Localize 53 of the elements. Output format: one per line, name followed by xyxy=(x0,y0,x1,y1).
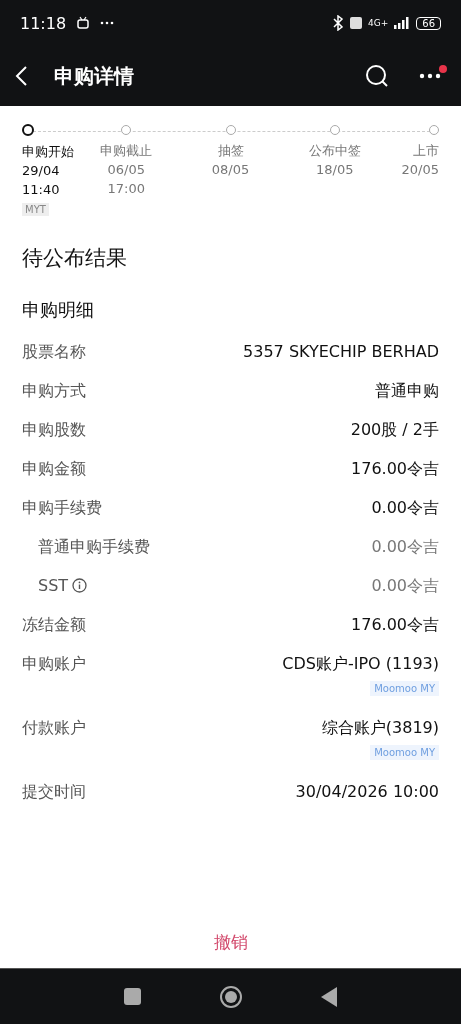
row-label: 提交时间 xyxy=(22,782,86,803)
row-value: 176.00令吉 xyxy=(351,615,439,636)
step-label: 申购截止 xyxy=(100,142,153,160)
battery-level: 66 xyxy=(416,16,441,30)
row-label: 申购手续费 xyxy=(22,498,102,519)
row-value: 0.00令吉 xyxy=(371,576,439,597)
row-label: 冻结金额 xyxy=(22,615,86,636)
back-icon[interactable] xyxy=(14,65,28,87)
step-label: 抽签 xyxy=(217,142,244,160)
status-title: 待公布结果 xyxy=(22,245,128,272)
row-value: 综合账户(3819) xyxy=(321,718,439,739)
row-label: 股票名称 xyxy=(22,342,86,363)
row-label: 付款账户 xyxy=(22,718,86,739)
row-label: 申购股数 xyxy=(22,420,86,441)
row-label: SST xyxy=(38,576,69,595)
step-date: 06/05 xyxy=(107,161,145,179)
timezone-tag: MYT xyxy=(22,203,49,216)
step-date: 29/04 xyxy=(22,162,60,180)
row-label: 普通申购手续费 xyxy=(38,537,150,558)
row-value: 200股 / 2手 xyxy=(350,420,439,441)
page-title: 申购详情 xyxy=(54,62,134,90)
broker-tag: Moomoo MY xyxy=(370,681,439,696)
step-label: 上市 xyxy=(413,142,439,160)
step-time: 17:00 xyxy=(107,180,145,198)
more-icon xyxy=(100,21,115,25)
step-label: 公布中签 xyxy=(308,142,361,160)
step-date: 08/05 xyxy=(211,161,250,179)
back-icon[interactable] xyxy=(321,986,337,1007)
info-icon[interactable] xyxy=(72,578,88,593)
signal-icon xyxy=(394,17,411,29)
row-value: 176.00令吉 xyxy=(351,459,439,480)
row-value: 0.00令吉 xyxy=(371,498,439,519)
cancel-button[interactable]: 撤销 xyxy=(203,927,258,958)
broker-tag: Moomoo MY xyxy=(370,745,439,760)
row-label: 申购金额 xyxy=(22,459,86,480)
clock: 11:18 xyxy=(20,13,67,33)
step-label: 申购开始 xyxy=(22,143,74,161)
step-date: 18/05 xyxy=(316,161,354,179)
row-label: 申购账户 xyxy=(22,654,86,675)
row-label: 申购方式 xyxy=(22,381,86,402)
row-value: CDS账户-IPO (1193) xyxy=(282,654,439,675)
network-type: 4G+ xyxy=(368,18,389,28)
home-icon[interactable] xyxy=(219,984,243,1009)
row-value: 普通申购 xyxy=(375,381,439,402)
section-title: 申购明细 xyxy=(22,298,95,322)
row-value: 30/04/2026 10:00 xyxy=(295,782,439,801)
bluetooth-icon xyxy=(332,15,344,31)
more-icon[interactable] xyxy=(419,73,441,79)
row-value: 5357 SKYECHIP BERHAD xyxy=(243,342,439,361)
row-value: 0.00令吉 xyxy=(371,537,439,558)
search-icon[interactable] xyxy=(365,64,389,88)
step-time: 11:40 xyxy=(22,181,60,199)
step-date: 20/05 xyxy=(401,161,439,179)
